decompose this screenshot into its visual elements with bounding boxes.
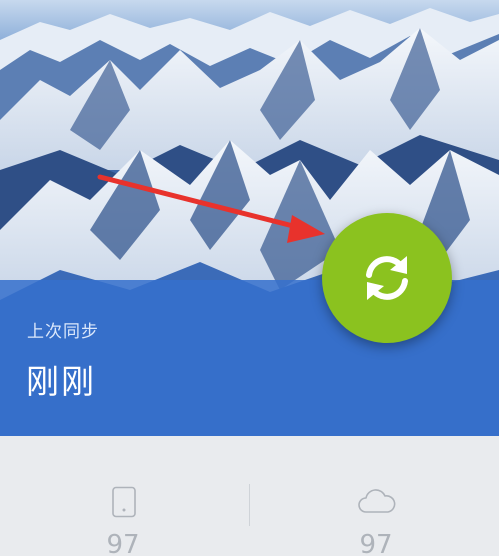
last-sync-time: 刚刚 (26, 362, 96, 401)
cloud-count: 97 (359, 530, 393, 556)
cloud-icon (358, 489, 396, 513)
phone-count: 97 (106, 530, 140, 556)
stats-divider (249, 484, 250, 526)
sync-button[interactable] (322, 213, 452, 343)
last-sync-label: 上次同步 (27, 322, 99, 342)
phone-icon (112, 486, 136, 518)
refresh-icon (366, 256, 408, 300)
